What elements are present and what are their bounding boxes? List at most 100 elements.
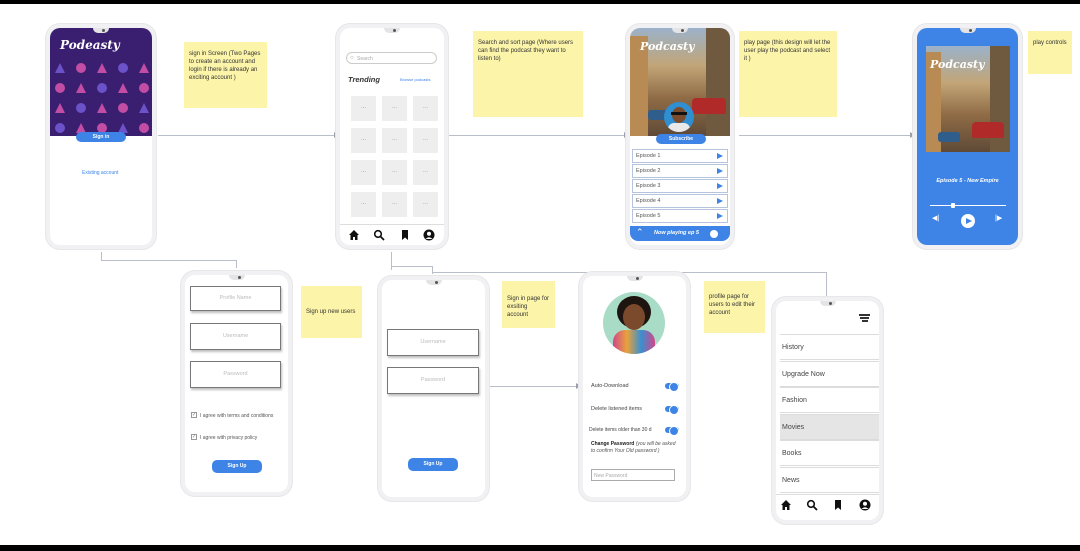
episode-label: Episode 4 — [636, 198, 661, 204]
bookmark-icon[interactable] — [832, 499, 844, 511]
home-icon[interactable] — [348, 229, 360, 241]
search-icon[interactable] — [373, 229, 385, 241]
delete-older-toggle[interactable] — [665, 426, 679, 436]
username-field[interactable]: Username — [387, 329, 479, 356]
terms-checkbox[interactable]: ✓ — [191, 412, 197, 418]
home-icon[interactable] — [780, 499, 792, 511]
browse-link[interactable]: Browse podcasts — [400, 77, 430, 82]
new-password-input[interactable]: New Password — [591, 469, 675, 481]
connector-line — [101, 260, 237, 261]
avatar-sunglasses — [671, 112, 687, 115]
pattern-shape — [97, 83, 107, 93]
podcast-tile[interactable]: ... — [382, 96, 407, 121]
podcast-tile[interactable]: ... — [413, 128, 438, 153]
connector-line — [391, 266, 433, 267]
delete-listened-toggle[interactable] — [665, 405, 679, 415]
pattern-shape — [118, 83, 128, 93]
next-icon[interactable]: |▶ — [995, 214, 1002, 222]
previous-icon[interactable]: ◀| — [932, 214, 939, 222]
search-icon[interactable] — [806, 499, 818, 511]
connector-line — [449, 135, 626, 136]
avatar-face — [623, 304, 645, 330]
play-icon[interactable] — [717, 213, 723, 219]
menu-item[interactable]: Books — [780, 440, 879, 466]
menu-item[interactable]: Upgrade Now — [780, 360, 879, 387]
phone-notch — [384, 28, 400, 33]
podcast-tile[interactable]: ... — [413, 192, 438, 217]
profile-icon[interactable] — [859, 499, 871, 511]
sticky-note-profile: profile page for users to edit their acc… — [704, 281, 765, 333]
podcast-tile[interactable]: ... — [413, 96, 438, 121]
play-icon — [966, 217, 972, 224]
phone-profile: Auto-Download Delete listened items Dele… — [583, 276, 686, 497]
menu-item[interactable]: History — [780, 334, 879, 360]
hamburger-icon[interactable] — [859, 314, 870, 322]
existing-account-link[interactable]: Existing account — [82, 170, 118, 176]
wireframe-canvas: sign in Screen (Two Pages to create an a… — [0, 4, 1080, 545]
podcast-tile[interactable]: ... — [382, 192, 407, 217]
camera-icon — [434, 281, 438, 284]
podcast-tile[interactable]: ... — [351, 160, 376, 185]
episode-row[interactable]: Episode 3 — [632, 179, 728, 193]
episode-row[interactable]: Episode 1 — [632, 149, 728, 163]
episode-label: Episode 5 — [636, 213, 661, 219]
podcast-tile[interactable]: ... — [382, 128, 407, 153]
car — [692, 98, 726, 114]
menu-item[interactable]: News — [780, 466, 879, 493]
play-button[interactable] — [961, 214, 975, 228]
pattern-shape — [139, 103, 149, 113]
camera-icon — [681, 29, 684, 32]
episode-row[interactable]: Episode 2 — [632, 164, 728, 178]
camera-icon — [393, 29, 396, 32]
pattern-shape — [139, 63, 149, 73]
profile-icon[interactable] — [423, 229, 435, 241]
search-icon: ○ — [350, 55, 354, 61]
connector-arrow — [624, 132, 629, 138]
connector-line — [101, 252, 102, 260]
progress-knob[interactable] — [951, 203, 955, 208]
play-icon[interactable] — [717, 198, 723, 204]
podcast-tile[interactable]: ... — [413, 160, 438, 185]
podcast-tile[interactable]: ... — [382, 160, 407, 185]
password-field[interactable]: Password — [190, 361, 281, 388]
bookmark-icon[interactable] — [399, 229, 411, 241]
play-icon[interactable] — [717, 183, 723, 189]
sticky-note-signin: sign in Screen (Two Pages to create an a… — [184, 42, 267, 108]
signup-button[interactable]: Sign Up — [212, 460, 262, 473]
play-circle-icon[interactable] — [710, 230, 718, 238]
connector-line — [158, 135, 335, 136]
play-icon[interactable] — [717, 153, 723, 159]
delete-listened-label: Delete listened items — [591, 406, 643, 412]
camera-icon — [237, 276, 241, 279]
podcast-tile[interactable]: ... — [351, 128, 376, 153]
podcast-tile[interactable]: ... — [351, 96, 376, 121]
player-cover: Podcasty — [926, 46, 1010, 152]
menu-item[interactable]: Fashion — [780, 387, 879, 413]
phone-notch — [228, 275, 245, 280]
pattern-shape — [76, 63, 86, 73]
subscribe-button[interactable]: Subscribe — [656, 134, 706, 144]
new-password-placeholder: New Password — [594, 473, 628, 479]
chevron-up-icon[interactable]: ⌃ — [636, 227, 644, 238]
episode-row[interactable]: Episode 4 — [632, 194, 728, 208]
progress-track[interactable] — [930, 205, 1006, 206]
podcast-tile[interactable]: ... — [351, 192, 376, 217]
now-playing-bar[interactable]: ⌃ Now playing ep 5 — [630, 226, 730, 241]
play-icon[interactable] — [717, 168, 723, 174]
avatar-face — [672, 107, 686, 123]
signin-button[interactable]: Sign in — [76, 132, 126, 142]
profile-name-field[interactable]: Profile Name — [190, 286, 281, 311]
signin-button[interactable]: Sign Up — [408, 458, 458, 471]
connector-line — [826, 272, 827, 297]
episode-row[interactable]: Episode 5 — [632, 209, 728, 223]
password-field[interactable]: Password — [387, 367, 479, 394]
change-password-title: Change Password — [591, 441, 635, 447]
privacy-checkbox[interactable]: ✓ — [191, 434, 197, 440]
username-field[interactable]: Username — [190, 323, 281, 350]
search-input[interactable]: ○ Search — [346, 52, 437, 64]
auto-download-toggle[interactable] — [665, 382, 679, 392]
phone-landing: Podeasty Sign in Existing account — [50, 28, 152, 245]
pattern-shape — [76, 103, 86, 113]
menu-item[interactable]: Movies — [780, 413, 879, 440]
profile-avatar[interactable] — [603, 292, 665, 354]
